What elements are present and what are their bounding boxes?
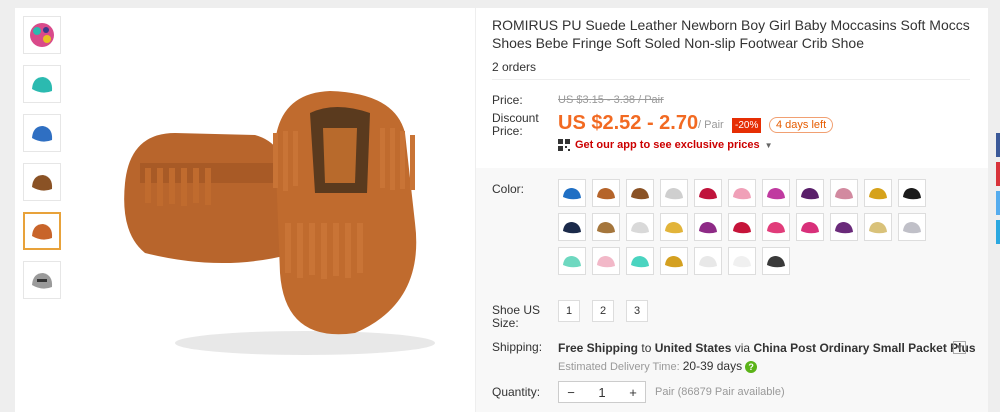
estimated-delivery: Estimated Delivery Time: 20-39 days ?	[558, 359, 758, 374]
product-details: ROMIRUS PU Suede Leather Newborn Boy Gir…	[476, 8, 988, 412]
share-tab-facebook[interactable]	[996, 133, 1000, 157]
price-unit: / Pair	[698, 119, 724, 131]
days-left-badge: 4 days left	[769, 117, 834, 133]
share-tab-pinterest[interactable]	[996, 162, 1000, 186]
price-label: Price:	[492, 93, 523, 107]
color-swatch[interactable]	[796, 213, 824, 241]
share-tab-twitter[interactable]	[996, 191, 1000, 215]
color-swatch[interactable]	[558, 213, 586, 241]
color-swatch[interactable]	[694, 247, 722, 275]
size-option[interactable]: 2	[592, 300, 614, 322]
thumbnail[interactable]	[23, 163, 61, 201]
decrement-button[interactable]: −	[559, 385, 583, 400]
thumbnail[interactable]	[23, 16, 61, 54]
size-option-list: 123	[558, 300, 660, 322]
discount-badge: -20%	[732, 118, 762, 133]
color-swatch[interactable]	[694, 179, 722, 207]
color-swatch[interactable]	[728, 213, 756, 241]
quantity-input[interactable]: 1	[590, 385, 614, 400]
color-swatch[interactable]	[864, 213, 892, 241]
options-area: Color: Shoe US Size: 123 Shipping: Free …	[476, 168, 988, 412]
divider	[492, 79, 970, 80]
original-price: US $3.15 - 3.38 / Pair	[558, 94, 664, 106]
color-swatch[interactable]	[660, 179, 688, 207]
color-swatch[interactable]	[796, 179, 824, 207]
quantity-stepper: − 1 +	[558, 381, 646, 403]
size-label: Shoe US Size:	[492, 303, 541, 330]
shipping-info[interactable]: Free Shipping to United States via China…	[558, 341, 976, 355]
thumbnail[interactable]	[23, 114, 61, 152]
shipping-label: Shipping:	[492, 340, 543, 354]
help-icon[interactable]: ?	[745, 361, 758, 374]
discount-price-label: Discount Price:	[492, 111, 539, 138]
free-shipping-text: Free Shipping	[558, 341, 639, 355]
shipping-to-text: to	[641, 341, 652, 355]
quantity-label: Quantity:	[492, 385, 541, 399]
color-swatch[interactable]	[592, 179, 620, 207]
color-swatch[interactable]	[558, 179, 586, 207]
order-count[interactable]: 2 orders	[492, 60, 536, 74]
shipping-dropdown-icon[interactable]: ▼	[953, 341, 966, 354]
size-option[interactable]: 3	[626, 300, 648, 322]
color-swatch[interactable]	[626, 179, 654, 207]
color-label: Color:	[492, 182, 525, 196]
sale-price: US $2.52 - 2.70	[558, 112, 699, 134]
color-swatch[interactable]	[694, 213, 722, 241]
color-swatch[interactable]	[830, 213, 858, 241]
color-swatch[interactable]	[728, 247, 756, 275]
color-swatch[interactable]	[626, 213, 654, 241]
color-swatch[interactable]	[898, 213, 926, 241]
thumbnail[interactable]	[23, 65, 61, 103]
color-swatch[interactable]	[864, 179, 892, 207]
color-swatch[interactable]	[660, 213, 688, 241]
thumbnail-list	[23, 16, 65, 310]
color-swatch[interactable]	[728, 179, 756, 207]
gallery-panel	[15, 8, 475, 412]
color-swatch[interactable]	[830, 179, 858, 207]
color-swatch[interactable]	[626, 247, 654, 275]
color-swatch[interactable]	[762, 179, 790, 207]
estimated-delivery-label: Estimated Delivery Time:	[558, 361, 680, 373]
thumbnail-active[interactable]	[23, 212, 61, 250]
color-swatch[interactable]	[898, 179, 926, 207]
color-swatch[interactable]	[660, 247, 688, 275]
increment-button[interactable]: +	[621, 385, 645, 400]
shipping-country: United States	[654, 341, 732, 355]
shipping-method: China Post Ordinary Small Packet Plus	[753, 341, 976, 355]
color-swatch[interactable]	[592, 247, 620, 275]
size-option[interactable]: 1	[558, 300, 580, 322]
color-swatch[interactable]	[592, 213, 620, 241]
shipping-via-text: via	[734, 341, 751, 355]
color-swatch[interactable]	[762, 247, 790, 275]
estimated-delivery-days: 20-39 days	[682, 359, 743, 373]
app-promo-link[interactable]: Get our app to see exclusive prices ▼	[558, 139, 773, 151]
product-title: ROMIRUS PU Suede Leather Newborn Boy Gir…	[492, 17, 970, 51]
qr-code-icon	[558, 139, 570, 151]
chevron-down-icon: ▼	[764, 140, 773, 150]
color-swatch[interactable]	[558, 247, 586, 275]
share-tab-vk[interactable]	[996, 220, 1000, 244]
color-swatch-list	[558, 179, 958, 281]
quantity-available: Pair (86879 Pair available)	[655, 386, 785, 398]
thumbnail[interactable]	[23, 261, 61, 299]
color-swatch[interactable]	[762, 213, 790, 241]
product-main-image	[124, 91, 435, 355]
app-promo-text: Get our app to see exclusive prices	[575, 139, 760, 151]
